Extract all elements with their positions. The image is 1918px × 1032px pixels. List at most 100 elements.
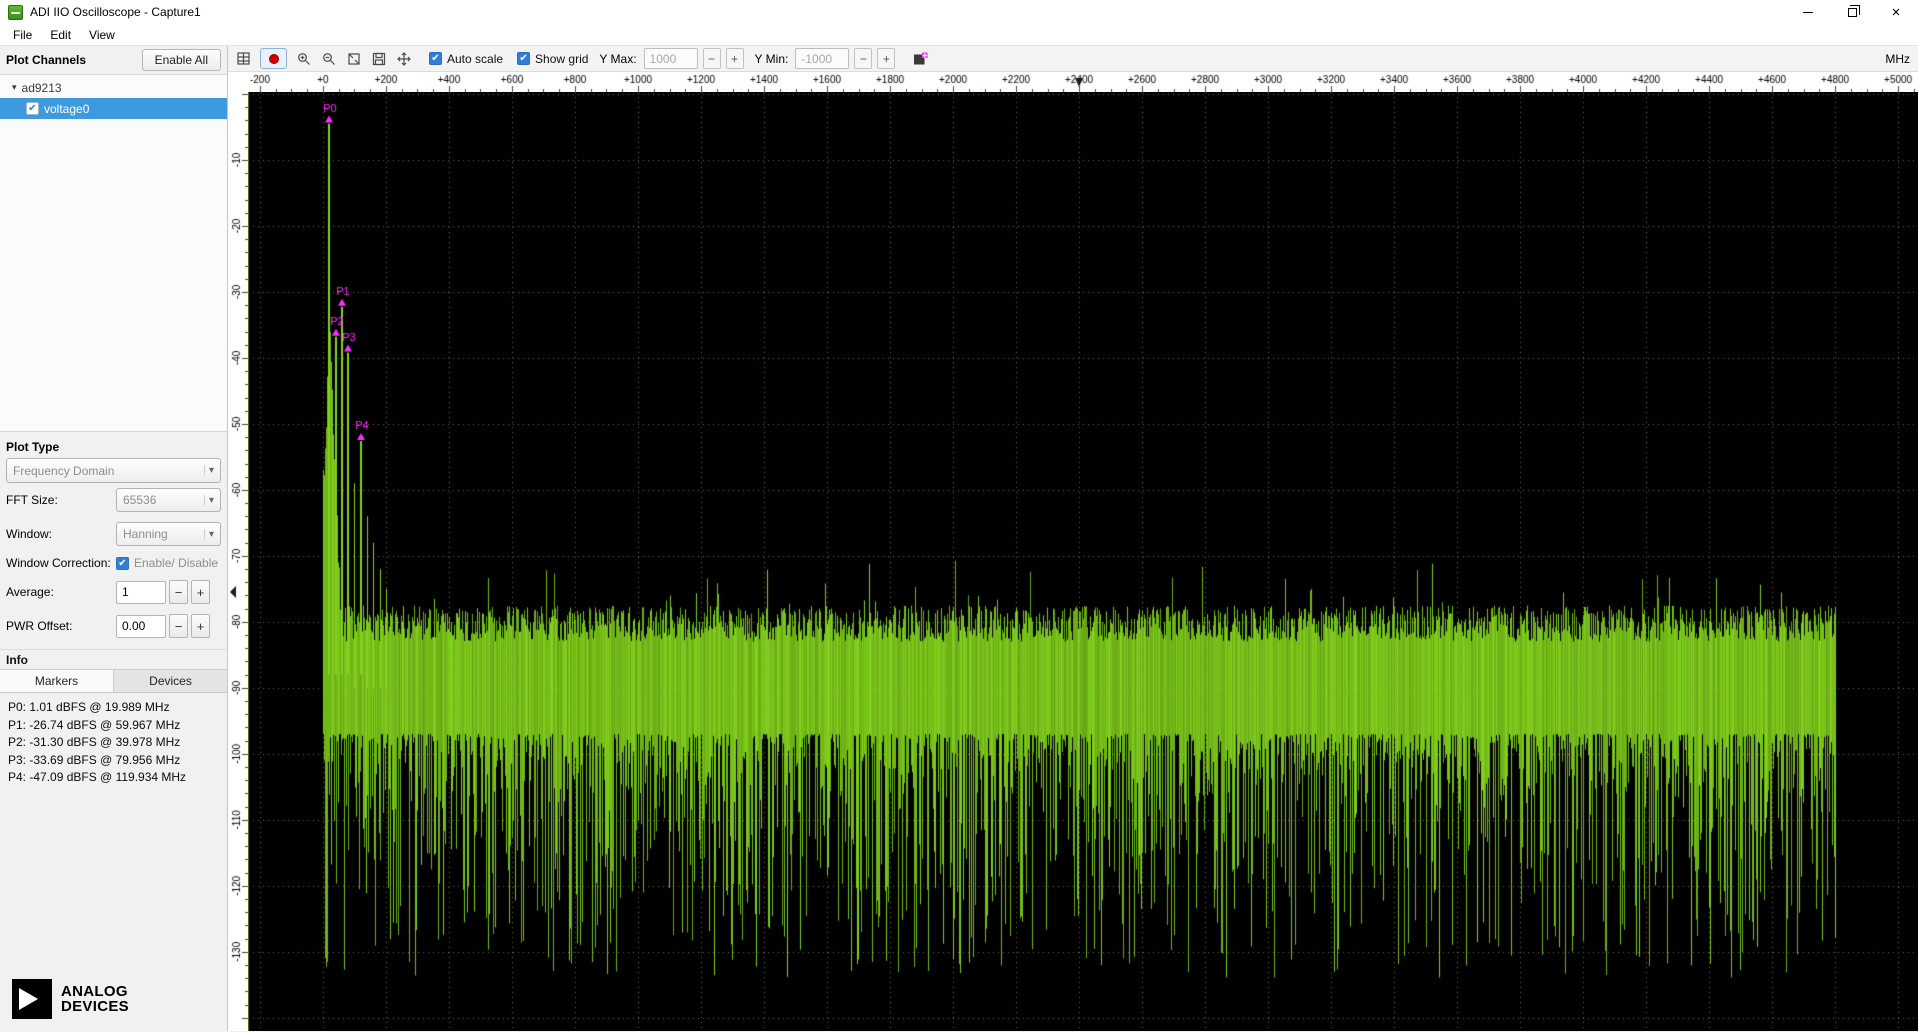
- fft-size-label: FFT Size:: [6, 493, 116, 507]
- new-plot-icon: [913, 52, 928, 66]
- window-correction-value: Enable/ Disable: [134, 556, 218, 570]
- menubar: File Edit View: [0, 24, 1918, 46]
- adi-logo-mark: [12, 979, 52, 1019]
- menu-file[interactable]: File: [4, 26, 41, 44]
- show-grid-checkbox[interactable]: ✔ Show grid: [517, 52, 588, 66]
- y-max-label: Y Max:: [599, 52, 636, 66]
- info-tabs: Markers Devices: [0, 669, 227, 693]
- checkbox-icon: ✔: [517, 52, 530, 65]
- auto-scale-checkbox[interactable]: ✔ Auto scale: [429, 52, 503, 66]
- capture-record-button[interactable]: [260, 48, 287, 69]
- info-title: Info: [0, 650, 227, 669]
- capture-options-button[interactable]: [232, 49, 254, 69]
- close-button[interactable]: ×: [1874, 0, 1918, 24]
- device-tree: ▾ ad9213 ✔ voltage0: [0, 74, 227, 432]
- pwr-offset-increment-button[interactable]: +: [191, 614, 210, 638]
- pwr-offset-input[interactable]: 0.00: [116, 615, 166, 638]
- window-value: Hanning: [123, 527, 200, 541]
- average-input[interactable]: 1: [116, 581, 166, 604]
- y-min-decrement-button[interactable]: −: [854, 48, 872, 69]
- plot-type-value: Frequency Domain: [13, 464, 200, 478]
- save-icon: [372, 52, 386, 66]
- record-icon: [269, 54, 279, 64]
- pan-button[interactable]: [393, 49, 415, 69]
- maximize-button[interactable]: [1830, 0, 1874, 24]
- y-max-increment-button[interactable]: +: [726, 48, 744, 69]
- pwr-offset-label: PWR Offset:: [6, 619, 116, 633]
- zoom-fit-icon: [347, 52, 361, 66]
- average-increment-button[interactable]: +: [191, 580, 210, 604]
- marker-readout: P4: -47.09 dBFS @ 119.934 MHz: [8, 769, 219, 787]
- marker-list: P0: 1.01 dBFS @ 19.989 MHzP1: -26.74 dBF…: [0, 693, 227, 971]
- zoom-in-button[interactable]: [293, 49, 315, 69]
- checkbox-icon: ✔: [429, 52, 442, 65]
- average-label: Average:: [6, 585, 116, 599]
- device-name-label: ad9213: [22, 81, 62, 95]
- window-select[interactable]: Hanning ▾: [116, 522, 221, 546]
- spectrum-plot[interactable]: [248, 92, 1917, 1031]
- menu-view[interactable]: View: [80, 26, 124, 44]
- window-correction-label: Window Correction:: [6, 556, 116, 570]
- adi-logo: ANALOG DEVICES: [0, 971, 227, 1031]
- tab-markers[interactable]: Markers: [0, 670, 114, 692]
- zoom-out-button[interactable]: [318, 49, 340, 69]
- tab-devices[interactable]: Devices: [114, 670, 227, 692]
- x-ruler: [228, 72, 1918, 92]
- auto-scale-label: Auto scale: [447, 52, 503, 66]
- plot-toolbar: ✔ Auto scale ✔ Show grid Y Max: 1000 − +…: [228, 46, 1918, 72]
- plot-type-title: Plot Type: [6, 440, 221, 454]
- move-icon: [397, 52, 411, 66]
- marker-readout: P3: -33.69 dBFS @ 79.956 MHz: [8, 752, 219, 770]
- logo-line2: DEVICES: [61, 999, 129, 1014]
- zoom-in-icon: [297, 52, 311, 66]
- pwr-offset-decrement-button[interactable]: −: [169, 614, 188, 638]
- app-icon: [8, 5, 23, 20]
- plot-pane: ✔ Auto scale ✔ Show grid Y Max: 1000 − +…: [228, 46, 1918, 1031]
- tree-item-voltage0[interactable]: ✔ voltage0: [0, 98, 227, 119]
- close-icon: ×: [1892, 5, 1901, 20]
- y-max-decrement-button[interactable]: −: [703, 48, 721, 69]
- chevron-down-icon: ▾: [204, 495, 214, 506]
- x-ruler-canvas: [228, 72, 1917, 92]
- enable-all-button[interactable]: Enable All: [142, 49, 221, 71]
- y-min-input[interactable]: -1000: [795, 48, 849, 69]
- checkbox-icon: ✔: [116, 557, 129, 570]
- fft-size-select[interactable]: 65536 ▾: [116, 488, 221, 512]
- y-ruler-canvas: [228, 92, 248, 1031]
- y-min-label: Y Min:: [755, 52, 789, 66]
- window-label: Window:: [6, 527, 116, 541]
- window-correction-checkbox[interactable]: ✔ Enable/ Disable: [116, 556, 218, 570]
- save-plot-button[interactable]: [368, 49, 390, 69]
- x-axis-unit-label: MHz: [1885, 52, 1910, 66]
- zoom-fit-button[interactable]: [343, 49, 365, 69]
- minimize-button[interactable]: [1786, 0, 1830, 24]
- sidebar: Plot Channels Enable All ▾ ad9213 ✔ volt…: [0, 46, 228, 1031]
- logo-line1: ANALOG: [61, 984, 129, 999]
- titlebar: ADI IIO Oscilloscope - Capture1 ×: [0, 0, 1918, 24]
- fft-size-value: 65536: [123, 493, 200, 507]
- marker-readout: P0: 1.01 dBFS @ 19.989 MHz: [8, 699, 219, 717]
- grid-icon: [237, 52, 250, 65]
- minimize-icon: [1803, 12, 1813, 13]
- window-title: ADI IIO Oscilloscope - Capture1: [30, 5, 201, 19]
- y-min-increment-button[interactable]: +: [877, 48, 895, 69]
- channel-checkbox[interactable]: ✔: [26, 102, 39, 115]
- chevron-down-icon: ▾: [204, 465, 214, 476]
- marker-readout: P1: -26.74 dBFS @ 59.967 MHz: [8, 717, 219, 735]
- average-decrement-button[interactable]: −: [169, 580, 188, 604]
- channel-name-label: voltage0: [44, 102, 89, 116]
- menu-edit[interactable]: Edit: [41, 26, 80, 44]
- plot-type-select[interactable]: Frequency Domain ▾: [6, 458, 221, 483]
- y-max-input[interactable]: 1000: [644, 48, 698, 69]
- zoom-out-icon: [322, 52, 336, 66]
- marker-readout: P2: -31.30 dBFS @ 39.978 MHz: [8, 734, 219, 752]
- expander-icon[interactable]: ▾: [12, 82, 17, 93]
- check-icon: ✔: [28, 103, 36, 114]
- chevron-down-icon: ▾: [204, 529, 214, 540]
- plot-channels-title: Plot Channels: [6, 53, 86, 67]
- logo-triangle-icon: [19, 988, 38, 1010]
- new-plot-button[interactable]: [909, 49, 931, 69]
- restore-icon: [1848, 8, 1857, 17]
- show-grid-label: Show grid: [535, 52, 588, 66]
- tree-item-ad9213[interactable]: ▾ ad9213: [0, 77, 227, 98]
